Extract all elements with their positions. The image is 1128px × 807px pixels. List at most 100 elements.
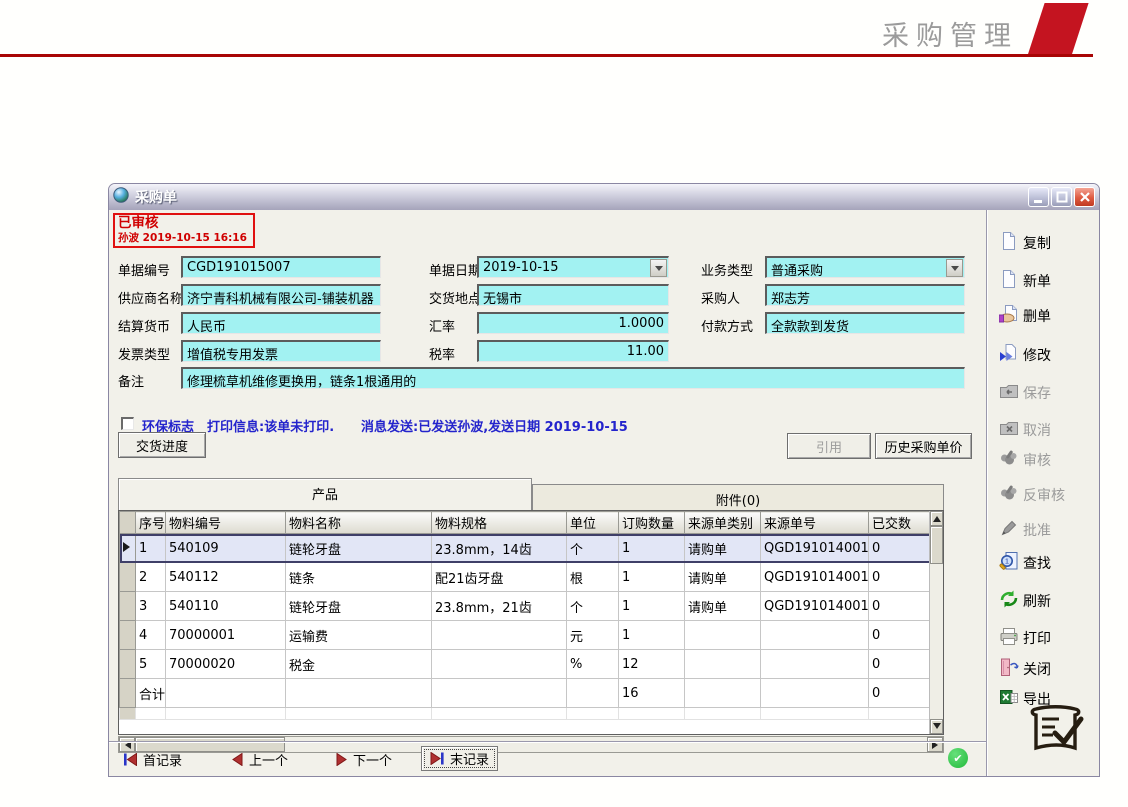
toolbar-button-refresh[interactable]: 刷新	[999, 587, 1099, 615]
table-cell[interactable]: 税金	[286, 650, 432, 679]
table-row[interactable]: 3540110链轮牙盘23.8mm，21齿个1请购单QGD1910140010	[120, 592, 931, 621]
table-cell[interactable]: 540109	[166, 534, 286, 563]
table-cell[interactable]: 16	[619, 679, 685, 708]
table-cell[interactable]: 1	[136, 534, 166, 563]
table-cell[interactable]: %	[567, 650, 619, 679]
table-cell[interactable]	[567, 708, 619, 720]
column-header[interactable]: 单位	[567, 512, 619, 534]
toolbar-button-delete-doc[interactable]: 删单	[999, 302, 1099, 330]
column-header[interactable]: 物料编号	[166, 512, 286, 534]
table-cell[interactable]: 请购单	[685, 563, 761, 592]
table-cell[interactable]	[761, 679, 869, 708]
table-cell[interactable]	[432, 621, 567, 650]
window-titlebar[interactable]: 采购单	[109, 184, 1099, 210]
toolbar-button-unaudit[interactable]: 反审核	[999, 481, 1099, 509]
maximize-button[interactable]	[1051, 187, 1072, 207]
table-row[interactable]: 2540112链条配21齿牙盘根1请购单QGD1910140010	[120, 563, 931, 592]
table-cell[interactable]	[166, 708, 286, 720]
delivery-progress-button[interactable]: 交货进度	[118, 432, 206, 458]
table-cell[interactable]: 1	[619, 592, 685, 621]
table-cell[interactable]: QGD191014001	[761, 592, 869, 621]
scroll-up-icon[interactable]	[930, 511, 943, 526]
table-cell[interactable]	[761, 650, 869, 679]
currency-field[interactable]: 人民币	[181, 312, 381, 334]
table-row[interactable]: 1540109链轮牙盘23.8mm，14齿个1请购单QGD1910140010	[120, 534, 931, 563]
supplier-field[interactable]: 济宁青科机械有限公司-铺装机器	[181, 284, 381, 306]
table-cell[interactable]	[869, 708, 931, 720]
toolbar-button-approve[interactable]: 批准	[999, 516, 1099, 544]
table-cell[interactable]	[286, 708, 432, 720]
table-cell[interactable]: 3	[136, 592, 166, 621]
history-price-button[interactable]: 历史采购单价	[875, 433, 972, 459]
toolbar-button-save[interactable]: 保存	[999, 379, 1099, 407]
total-row[interactable]: 合计 16 0	[120, 679, 931, 708]
biz-type-dropdown-icon[interactable]	[946, 259, 963, 277]
delivery-place-field[interactable]: 无锡市	[477, 284, 669, 306]
table-cell[interactable]	[761, 621, 869, 650]
vertical-scroll-thumb[interactable]	[930, 526, 943, 564]
table-cell[interactable]: 1	[619, 534, 685, 563]
doc-no-field[interactable]: CGD191015007	[181, 256, 381, 278]
table-cell[interactable]	[685, 679, 761, 708]
table-cell[interactable]: QGD191014001	[761, 534, 869, 563]
table-cell[interactable]: 0	[869, 621, 931, 650]
toolbar-button-new-doc[interactable]: 新单	[999, 267, 1099, 295]
column-header[interactable]: 来源单号	[761, 512, 869, 534]
next-record-button[interactable]: 下一个	[335, 750, 392, 769]
table-cell[interactable]: 5	[136, 650, 166, 679]
table-row[interactable]: 570000020税金%120	[120, 650, 931, 679]
column-header[interactable]: 序号	[136, 512, 166, 534]
close-button[interactable]	[1074, 187, 1095, 207]
table-cell[interactable]	[567, 679, 619, 708]
empty-row[interactable]	[120, 708, 931, 720]
table-vertical-scrollbar[interactable]	[929, 511, 943, 734]
tax-rate-field[interactable]: 11.00	[477, 340, 669, 362]
eco-mark-checkbox[interactable]	[121, 417, 134, 430]
table-cell[interactable]	[136, 708, 166, 720]
column-header[interactable]: 来源单类别	[685, 512, 761, 534]
table-cell[interactable]: 70000001	[166, 621, 286, 650]
table-cell[interactable]: 合计	[136, 679, 166, 708]
doc-date-dropdown-icon[interactable]	[650, 259, 667, 277]
column-header[interactable]: 物料名称	[286, 512, 432, 534]
toolbar-button-close-door[interactable]: 关闭	[999, 655, 1099, 683]
table-cell[interactable]: 个	[567, 592, 619, 621]
table-cell[interactable]	[761, 708, 869, 720]
table-cell[interactable]	[432, 708, 567, 720]
table-cell[interactable]: 0	[869, 563, 931, 592]
doc-date-field[interactable]: 2019-10-15	[477, 256, 669, 278]
first-record-button[interactable]: 首记录	[123, 750, 182, 769]
table-cell[interactable]: 540110	[166, 592, 286, 621]
table-cell[interactable]	[619, 708, 685, 720]
table-cell[interactable]: 0	[869, 650, 931, 679]
toolbar-button-print[interactable]: 打印	[999, 624, 1099, 652]
table-cell[interactable]	[166, 679, 286, 708]
table-cell[interactable]: 链条	[286, 563, 432, 592]
table-cell[interactable]: 23.8mm，21齿	[432, 592, 567, 621]
table-cell[interactable]: 0	[869, 592, 931, 621]
table-cell[interactable]: 1	[619, 621, 685, 650]
table-cell[interactable]: 链轮牙盘	[286, 534, 432, 563]
table-cell[interactable]: 请购单	[685, 534, 761, 563]
buyer-field[interactable]: 郑志芳	[765, 284, 965, 306]
toolbar-button-modify[interactable]: 修改	[999, 341, 1099, 369]
prev-record-button[interactable]: 上一个	[231, 750, 288, 769]
table-cell[interactable]: 链轮牙盘	[286, 592, 432, 621]
table-cell[interactable]: 540112	[166, 563, 286, 592]
table-cell[interactable]: 4	[136, 621, 166, 650]
table-cell[interactable]	[685, 650, 761, 679]
table-cell[interactable]	[432, 679, 567, 708]
scroll-down-icon[interactable]	[930, 719, 943, 734]
tab-attachments[interactable]: 附件(0)	[532, 484, 944, 510]
table-cell[interactable]	[286, 679, 432, 708]
column-header[interactable]: 物料规格	[432, 512, 567, 534]
table-cell[interactable]: QGD191014001	[761, 563, 869, 592]
quote-button[interactable]: 引用	[787, 433, 871, 459]
column-header[interactable]: 订购数量	[619, 512, 685, 534]
last-record-button[interactable]: 末记录	[421, 746, 498, 771]
table-cell[interactable]: 12	[619, 650, 685, 679]
minimize-button[interactable]	[1028, 187, 1049, 207]
table-cell[interactable]: 元	[567, 621, 619, 650]
toolbar-button-cancel[interactable]: 取消	[999, 416, 1099, 444]
table-cell[interactable]: 0	[869, 679, 931, 708]
